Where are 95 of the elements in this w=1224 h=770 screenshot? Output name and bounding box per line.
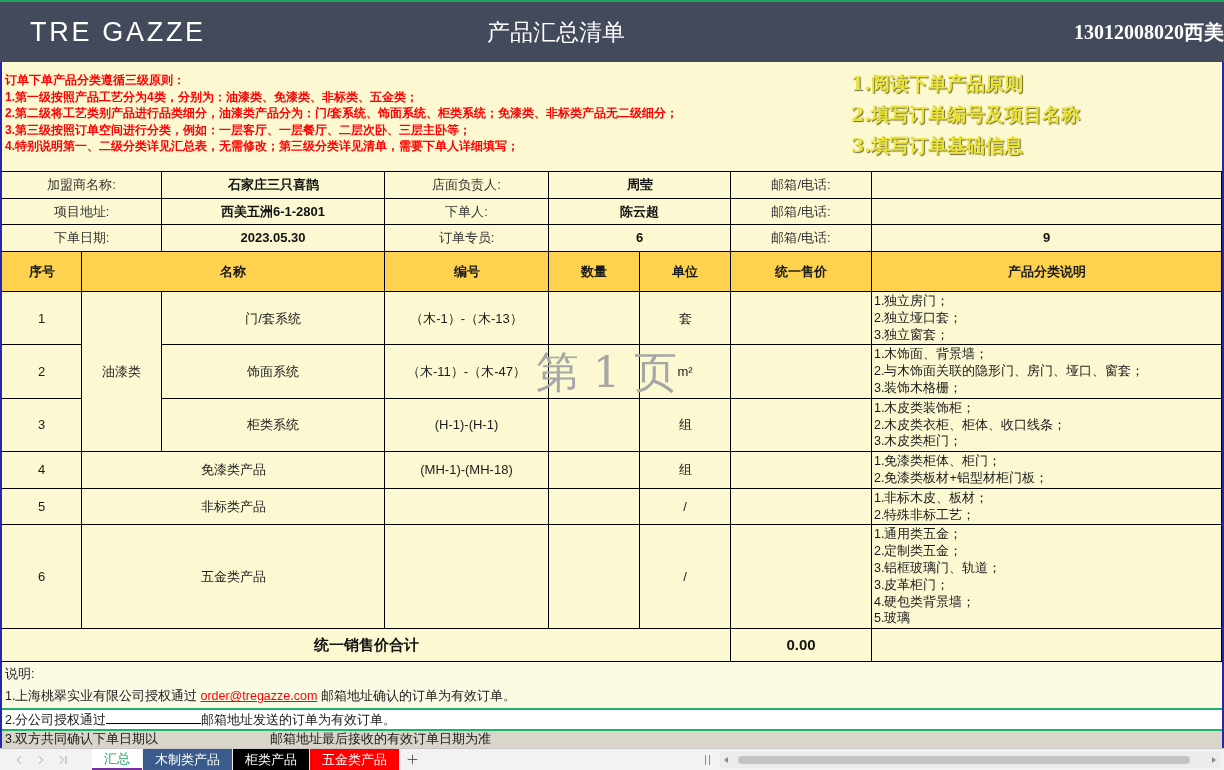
unit-text: / [683,568,687,587]
field-label: 店面负责人: [432,176,501,195]
scrollbar-thumb[interactable] [738,755,1190,764]
rule-text: 1.第一级按照产品工艺分为4类，分别为：油漆类、免漆类、非标类、五金类； [5,88,419,106]
column-header: 名称 [220,262,246,281]
rule-text: 4.特别说明第一、二级分类详见汇总表，无需修改；第三级分类详见清单，需要下单人详细填写； [5,138,520,155]
scroll-left-icon[interactable] [724,756,728,763]
step-text: 1.阅读下单产品原则 [851,71,1024,96]
note-text: 1.上海桃翠实业有限公司授权通过 order@tregazze.com 邮箱地址确认的订单为有效订单。 [5,688,517,706]
field-value: 6 [635,229,644,248]
product-name: 柜类系统 [247,416,299,435]
category-note: 1.木皮类装饰柜； [874,399,977,417]
field-value: 周莹 [626,176,653,195]
field-value: 2023.05.30 [240,229,306,248]
category-note: 2.独立垭口套； [874,309,964,327]
sheet-tab[interactable]: 柜类产品 [233,749,309,770]
category-note: 2.定制类五金； [874,543,964,560]
sheet-tab[interactable]: 五金类产品 [310,749,399,770]
field-label: 下单日期: [53,229,110,248]
sheet-title: 产品汇总清单 [487,20,625,44]
field-label: 邮箱/电话: [771,202,831,221]
field-label: 邮箱/电话: [771,176,831,195]
category-note: 1.木饰面、背景墙； [874,346,990,364]
column-header: 产品分类说明 [1007,262,1086,281]
category-name: 油漆类 [102,362,141,381]
product-name: 五金类产品 [200,568,266,587]
field-label: 加盟商名称: [47,176,116,195]
scroll-right-icon[interactable] [1212,756,1216,763]
product-code: (MH-1)-(MH-18) [420,461,513,480]
step-text: 2.填写订单编号及项目名称 [851,102,1081,127]
unit-text: 套 [678,309,692,328]
unit-text: 组 [678,416,692,435]
category-note: 2.特殊非标工艺； [874,506,977,524]
phone-text: 13012008020西美 [1074,22,1224,42]
category-note: 2.免漆类板材+铝型材柜门板； [874,470,1049,487]
product-name: 饰面系统 [247,362,299,381]
rule-text: 3.第三级按照订单空间进行分类，例如：一层客厅、一层餐厅、二层次卧、三层主卧等； [5,121,472,139]
rule-text: 订单下单产品分类遵循三级原则： [5,72,186,89]
total-label: 统一销售价合计 [313,634,419,655]
row-number: 5 [37,497,46,516]
note-text: 3.双方共同确认下单日期以 邮箱地址最后接收的有效订单日期为准 [5,731,492,748]
category-note: 3.装饰木格栅； [874,380,964,397]
product-name: 免漆类产品 [200,461,266,480]
row-number: 4 [37,461,46,480]
email-link[interactable]: order@tregazze.com [200,689,318,704]
category-note: 3.独立窗套； [874,326,951,344]
horizontal-scrollbar[interactable] [720,751,1220,768]
column-header: 数量 [581,262,607,281]
column-header: 统一售价 [775,262,827,281]
row-number: 6 [37,568,46,587]
category-note: 1.免漆类柜体、柜门； [874,453,1003,471]
note-row[interactable]: 3.双方共同确认下单日期以 邮箱地址最后接收的有效订单日期为准 [2,731,1222,748]
note-row[interactable]: 1.上海桃翠实业有限公司授权通过 order@tregazze.com 邮箱地址确认的订单为有效订单。 [2,685,1222,708]
category-note: 4.硬包类背景墙； [874,593,977,611]
brand-logo: TRE GAZZE [30,18,206,46]
column-header: 单位 [672,262,698,281]
field-label: 邮箱/电话: [771,229,831,248]
product-name: 非标类产品 [200,497,266,516]
unit-text: 组 [678,461,692,480]
note-text: 2.分公司授权通过 邮箱地址发送的订单为有效订单。 [5,710,397,729]
category-note: 2.木皮类衣柜、柜体、收口线条； [874,416,1068,434]
field-value: 陈云超 [620,202,659,221]
field-label: 项目地址: [53,202,110,221]
product-name: 门/套系统 [245,309,301,328]
field-value: 9 [1042,229,1051,248]
step-text: 3.填写订单基础信息 [851,133,1024,158]
notes-heading: 说明: [5,665,35,683]
product-code: （木-11）-（木-47） [407,362,526,381]
category-note: 1.独立房门； [874,293,951,310]
product-code: （木-1）-（木-13） [410,309,523,328]
category-note: 1.通用类五金； [874,526,964,544]
sheet-tab[interactable]: 木制类产品 [143,749,232,770]
rule-text: 2.第二级将工艺类别产品进行品类细分，油漆类产品分为：门/套系统、饰面系统、柜类系统；免漆类、非标类产品无二级细分； [5,105,680,122]
unit-text: m² [677,362,693,381]
note-row[interactable]: 2.分公司授权通过 邮箱地址发送的订单为有效订单。 [2,708,1222,731]
category-note: 5.玻璃 [874,610,912,628]
add-sheet-icon[interactable] [405,752,420,767]
category-note: 3.木皮类柜门； [874,433,964,451]
category-note: 3.皮革柜门； [874,576,951,594]
product-code: (H-1)-(H-1) [434,416,499,435]
split-handle-icon[interactable] [705,754,710,765]
category-note: 2.与木饰面关联的隐形门、房门、垭口、窗套； [874,363,1146,381]
field-label: 订单专员: [438,229,495,248]
row-number: 3 [37,416,46,435]
column-header: 编号 [453,262,480,281]
category-note: 3.铝框玻璃门、轨道； [874,560,1003,577]
row-number: 1 [37,309,46,328]
field-label: 下单人: [445,202,488,221]
column-header: 序号 [28,262,55,281]
field-value: 西美五洲6-1-2801 [220,202,325,221]
unit-text: / [683,497,687,516]
row-number: 2 [37,362,46,381]
field-value: 石家庄三只喜鹊 [227,176,319,195]
total-value: 0.00 [786,634,816,655]
category-note: 1.非标木皮、板材； [874,489,990,507]
